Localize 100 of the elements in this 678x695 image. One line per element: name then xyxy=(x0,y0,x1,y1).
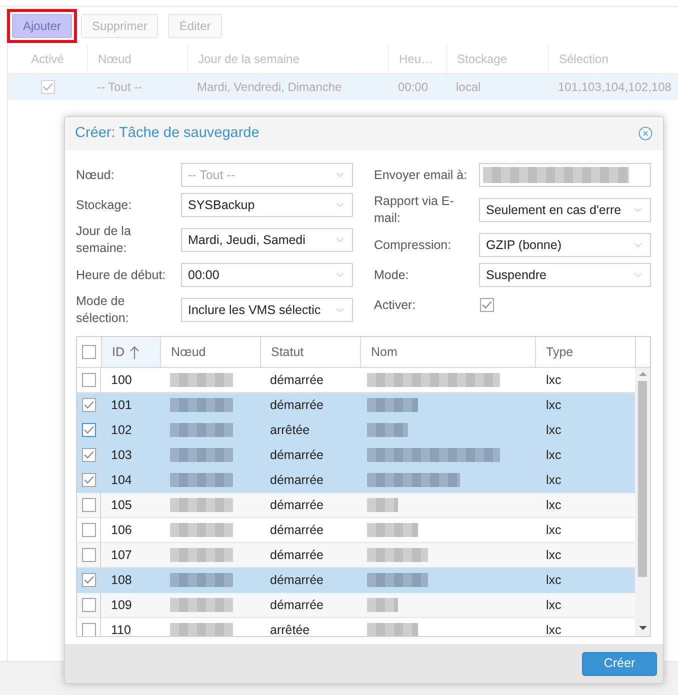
checkbox[interactable] xyxy=(82,398,96,412)
checkbox[interactable] xyxy=(40,80,54,94)
table-cell-text: démarrée xyxy=(269,372,324,389)
table-cell-text: démarrée xyxy=(269,572,324,589)
table-cell-text: démarrée xyxy=(269,496,324,514)
blurred-text xyxy=(170,623,233,636)
input-field[interactable] xyxy=(479,163,651,187)
table-cell-text: 108 xyxy=(110,572,133,589)
field-label: Activer: xyxy=(374,296,417,314)
checkbox[interactable] xyxy=(82,623,96,636)
scrollbar-thumb[interactable] xyxy=(638,381,647,577)
dialog-title: Créer: Tâche de sauvegarde xyxy=(75,124,260,143)
checkmark-icon xyxy=(84,451,94,459)
table-cell-text: 105 xyxy=(110,496,133,514)
blurred-text xyxy=(367,623,418,636)
blurred-text xyxy=(170,523,233,537)
blurred-text xyxy=(170,598,233,612)
scrollbar-track[interactable] xyxy=(635,368,650,636)
table-cell-text: lxc xyxy=(545,522,562,539)
table-cell-text: 100 xyxy=(110,372,133,389)
table-cell-text: lxc xyxy=(545,372,562,389)
blurred-text xyxy=(367,498,398,512)
blurred-text xyxy=(170,473,233,487)
field-label: Mode: xyxy=(374,266,410,284)
table-cell-text: lxc xyxy=(545,446,562,464)
checkbox[interactable] xyxy=(82,598,96,612)
table-cell-text: lxc xyxy=(545,622,562,636)
table-row[interactable]: 104 démarrée lxc xyxy=(77,468,635,493)
table-row[interactable]: 103 démarrée lxc xyxy=(77,443,635,468)
select-field[interactable]: Seulement en cas d'erre xyxy=(479,198,651,222)
table-row[interactable]: 106 démarrée lxc xyxy=(77,518,635,543)
table-cell-text: démarrée xyxy=(269,472,324,489)
checkbox[interactable] xyxy=(82,448,96,462)
scroll-up-icon[interactable] xyxy=(638,372,646,376)
table-cell-text: démarrée xyxy=(269,546,324,564)
blurred-text xyxy=(170,498,233,512)
table-cell-text: lxc xyxy=(545,546,562,564)
table-cell-text: 106 xyxy=(110,522,133,539)
table-cell-text: lxc xyxy=(545,596,562,614)
field-label: Heure de début: xyxy=(76,266,167,284)
checkmark-icon xyxy=(42,83,52,91)
blurred-text xyxy=(367,548,428,562)
table-cell-text: démarrée xyxy=(269,522,324,539)
table-cell-text: lxc xyxy=(545,472,562,489)
close-button[interactable] xyxy=(638,126,653,141)
checkbox[interactable] xyxy=(82,423,96,437)
field-label: Stockage: xyxy=(76,196,133,214)
table-cell-text: lxc xyxy=(545,422,562,439)
table-row[interactable]: 109 démarrée lxc xyxy=(77,593,635,618)
blurred-text xyxy=(170,573,233,587)
table-cell-text: 101,103,104,102,108 xyxy=(557,79,672,96)
blurred-text xyxy=(170,548,233,562)
checkbox[interactable] xyxy=(480,298,494,312)
checkmark-icon xyxy=(84,426,94,434)
select-field[interactable]: Mardi, Jeudi, Samedi xyxy=(181,228,353,252)
select-field[interactable]: Inclure les VMS sélectic xyxy=(181,298,353,322)
checkbox[interactable] xyxy=(82,345,96,359)
table-row[interactable]: 102 arrêtée lxc xyxy=(77,418,635,443)
table-cell-text: 102 xyxy=(110,422,133,439)
table-cell-text: 101 xyxy=(110,396,133,414)
table-cell-text: démarrée xyxy=(269,396,324,414)
checkbox[interactable] xyxy=(82,548,96,562)
blurred-text xyxy=(170,398,233,412)
column-header[interactable]: ID xyxy=(101,337,160,367)
table-row[interactable]: 107 démarrée lxc xyxy=(77,543,635,568)
checkbox[interactable] xyxy=(82,523,96,537)
blurred-text xyxy=(367,598,398,612)
scroll-down-icon[interactable] xyxy=(638,626,646,630)
table-row[interactable]: 105 démarrée lxc xyxy=(77,493,635,518)
close-icon xyxy=(638,126,653,141)
table-cell-text: arrêtée xyxy=(269,622,311,636)
blurred-text xyxy=(367,423,408,437)
checkbox[interactable] xyxy=(82,498,96,512)
blurred-text xyxy=(170,423,233,437)
table-cell-text: 110 xyxy=(110,622,132,636)
table-row[interactable]: 100 démarrée lxc xyxy=(77,368,635,393)
checkbox[interactable] xyxy=(82,373,96,387)
table-cell-text: arrêtée xyxy=(269,422,311,439)
table-cell-text: local xyxy=(455,79,482,96)
table-cell-text: lxc xyxy=(545,496,562,514)
select-field[interactable]: SYSBackup xyxy=(181,193,353,217)
table-cell-text: lxc xyxy=(545,572,562,589)
table-cell-text: Mardi, Vendredi, Dimanche xyxy=(196,79,343,96)
field-label: Envoyer email à: xyxy=(374,166,468,184)
select-field[interactable]: 00:00 xyxy=(181,263,353,287)
table-cell-text: démarrée xyxy=(269,596,324,614)
blurred-text xyxy=(170,373,233,387)
checkmark-icon xyxy=(84,401,94,409)
table-row[interactable]: 101 démarrée lxc xyxy=(77,393,635,418)
select-field[interactable]: Suspendre xyxy=(479,263,651,287)
field-label: Rapport via E-mail: xyxy=(374,193,455,227)
field-label: Mode de sélection: xyxy=(76,293,130,327)
select-field[interactable]: GZIP (bonne) xyxy=(479,233,651,257)
table-row[interactable]: 108 démarrée lxc xyxy=(77,568,635,593)
checkbox[interactable] xyxy=(82,473,96,487)
field-label: Jour de la semaine: xyxy=(76,223,132,257)
table-cell-text: 104 xyxy=(110,472,133,489)
blurred-text xyxy=(367,523,418,537)
checkbox[interactable] xyxy=(82,573,96,587)
table-cell-text: 107 xyxy=(110,546,133,564)
